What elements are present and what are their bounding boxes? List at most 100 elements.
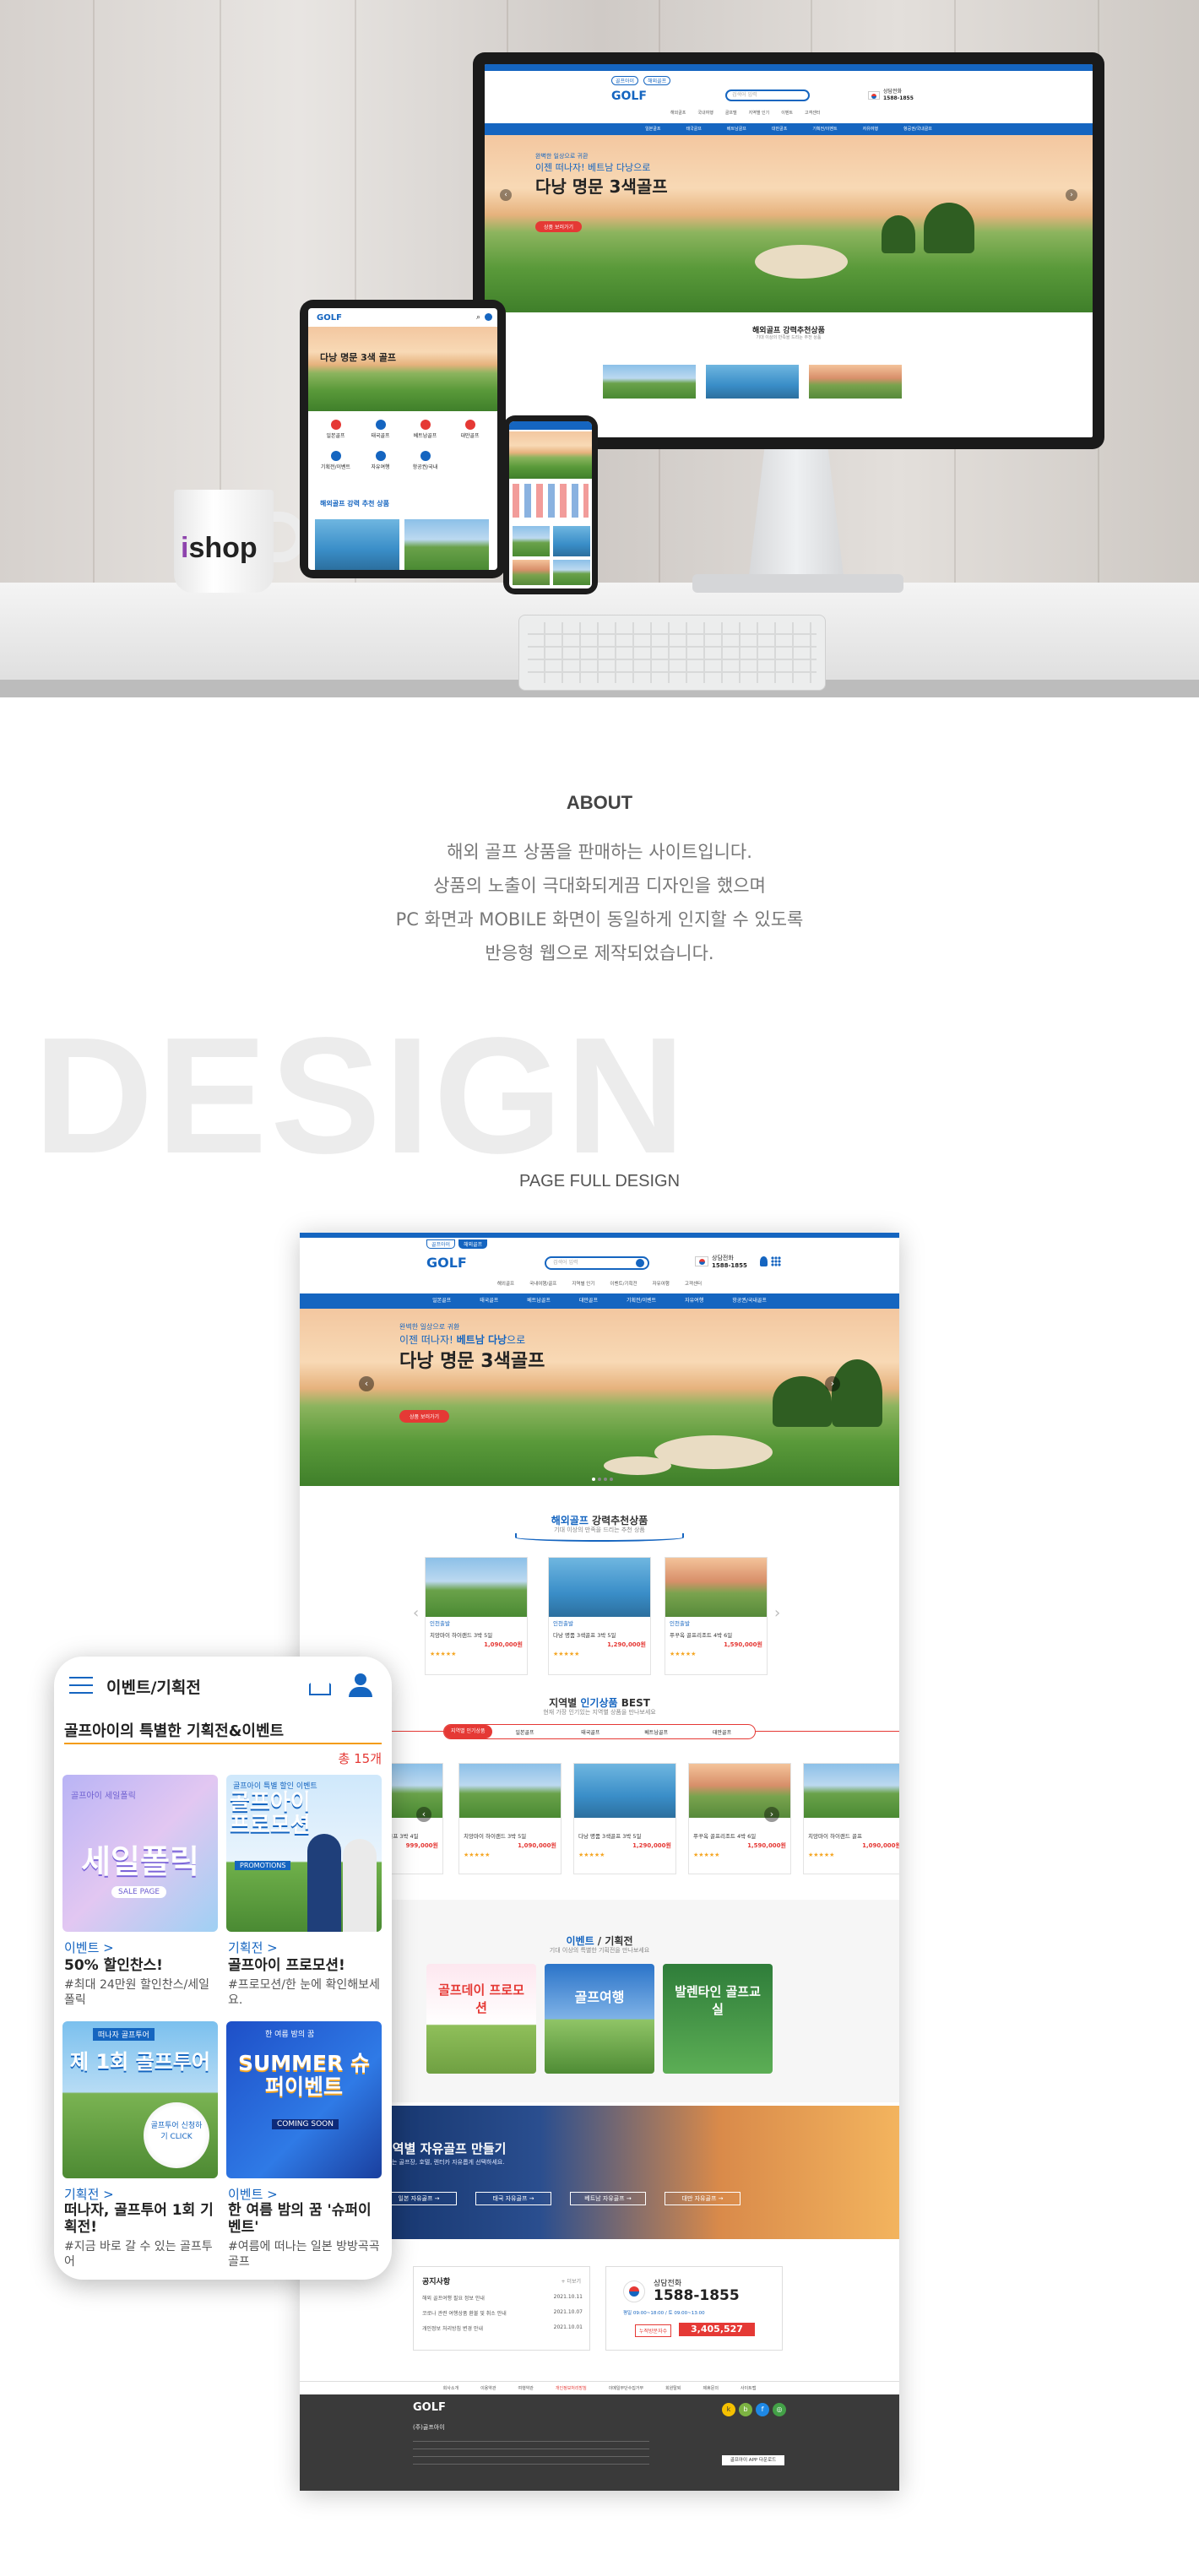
fp-submenu[interactable]: 자유여행	[653, 1280, 670, 1287]
product-card[interactable]: 인천출발 치앙마이 하이랜드 3박 5일 1,090,000원 ★★★★★	[425, 1557, 528, 1675]
event-banner[interactable]: 골프데이 프로모션	[426, 1964, 536, 2074]
chevron-left-icon[interactable]: ‹	[413, 1604, 419, 1622]
notice-row[interactable]: 해외 골프여행 필요 정보 안내 2021.10.11	[422, 2294, 583, 2302]
event-card-title[interactable]: 골프아이 프로모션!	[228, 1957, 383, 1974]
event-card-image[interactable]: 골프아이 세일폴릭 세일폴릭 SALE PAGE	[62, 1775, 218, 1932]
fp-nav-item[interactable]: 태국골프	[480, 1293, 498, 1309]
mon-thumb[interactable]	[809, 365, 902, 399]
best-tab[interactable]: 일본골프	[492, 1728, 558, 1736]
chevron-right-icon[interactable]: ›	[764, 1807, 779, 1822]
mon-thumb[interactable]	[706, 365, 799, 399]
mon-submenu[interactable]: 해외골프	[670, 110, 686, 116]
fp-nav-item[interactable]: 일본골프	[432, 1293, 451, 1309]
tab-menu-item[interactable]: 베트남골프	[403, 420, 448, 439]
fp-banner-button[interactable]: 상품 보러가기	[399, 1410, 450, 1423]
mon-toplink[interactable]: 골프아이	[611, 76, 639, 85]
notice-more[interactable]: + 더보기	[562, 2277, 582, 2285]
product-card[interactable]: 인천출발 다낭 명품 3색골프 3박 5일 1,290,000원 ★★★★★	[548, 1557, 651, 1675]
mon-nav-item[interactable]: 일본골프	[645, 123, 660, 135]
footer-link[interactable]: 사이트맵	[741, 2382, 756, 2394]
mon-nav-item[interactable]: 대만골프	[772, 123, 787, 135]
event-card-image[interactable]: 떠나자 골프투어 제 1회 골프투어 골프투어 신청하기 CLICK	[62, 2021, 218, 2178]
mon-banner-button[interactable]: 상품 보러가기	[535, 221, 583, 232]
search-icon[interactable]	[636, 1259, 644, 1267]
mon-submenu[interactable]: 지역별 인기	[749, 110, 770, 116]
tab-logo[interactable]: GOLF	[317, 313, 342, 323]
best-tab[interactable]: 태국골프	[557, 1728, 623, 1736]
event-card-tag[interactable]: 이벤트 >	[228, 2185, 278, 2203]
chevron-left-icon[interactable]: ‹	[359, 1376, 374, 1391]
chevron-left-icon[interactable]: ‹	[500, 189, 512, 201]
search-icon[interactable]: ⌕	[476, 313, 480, 322]
notice-row[interactable]: 개인정보 처리방침 변경 안내 2021.10.01	[422, 2324, 583, 2332]
footer-link[interactable]: 이용약관	[480, 2382, 496, 2394]
event-card-image[interactable]: 한 여름 밤의 꿈 SUMMER 슈퍼이벤트 COMING SOON	[226, 2021, 382, 2178]
event-card-title[interactable]: 떠나자, 골프투어 1회 기획전!	[64, 2202, 220, 2237]
fp-submenu[interactable]: 지역별 인기	[572, 1280, 594, 1287]
best-card[interactable]: 치앙마이 하이랜드 골프 1,090,000원 ★★★★★	[803, 1763, 899, 1874]
chevron-right-icon[interactable]: ›	[825, 1376, 840, 1391]
footer-logo[interactable]: GOLF	[413, 2401, 446, 2414]
fp-submenu[interactable]: 해외골프	[497, 1280, 514, 1287]
fp-submenu[interactable]: 이벤트/기획전	[610, 1280, 637, 1287]
event-banner[interactable]: 발렌타인 골프교실	[663, 1964, 773, 2074]
tab-menu-item[interactable]: 항공권/국내	[403, 451, 448, 470]
tab-thumb[interactable]	[404, 519, 489, 570]
free-golf-button[interactable]: 베트남 자유골프 →	[570, 2192, 646, 2205]
free-golf-button[interactable]: 일본 자유골프 →	[381, 2192, 457, 2205]
mon-logo[interactable]: GOLF	[611, 89, 647, 103]
blog-icon[interactable]: b	[739, 2403, 752, 2416]
mon-nav-item[interactable]: 베트남골프	[727, 123, 746, 135]
mon-search[interactable]: 검색어 입력	[725, 89, 810, 101]
event-card-tag[interactable]: 기획전 >	[64, 2185, 114, 2203]
mon-toplink[interactable]: 해외골프	[643, 76, 671, 85]
mon-submenu[interactable]: 국내여행	[697, 110, 713, 116]
footer-link[interactable]: 제휴문의	[703, 2382, 719, 2394]
mon-nav-item[interactable]: 태국골프	[686, 123, 701, 135]
user-icon[interactable]	[760, 1256, 768, 1266]
notice-row[interactable]: 코로나 관련 여행상품 환불 및 취소 안내 2021.10.07	[422, 2309, 583, 2317]
hamburger-menu-icon[interactable]	[69, 1677, 93, 1694]
event-card-image[interactable]: 골프아이 특별 할인 이벤트 골프아이 프로모션 PROMOTIONS	[226, 1775, 382, 1932]
footer-link[interactable]: 이메일무단수집거부	[609, 2382, 643, 2394]
event-card-title[interactable]: 50% 할인찬스!	[64, 1957, 216, 1974]
fp-submenu[interactable]: 국내여행/골프	[529, 1280, 556, 1287]
user-icon[interactable]	[485, 313, 492, 321]
chevron-right-icon[interactable]: ›	[1066, 189, 1077, 201]
fp-nav-item[interactable]: 항공권/국내골프	[732, 1293, 767, 1309]
tab-menu-item[interactable]: 일본골프	[313, 420, 358, 439]
mon-nav-item[interactable]: 항공권/국내골프	[903, 123, 932, 135]
footer-link[interactable]: 회원탈퇴	[665, 2382, 681, 2394]
best-card[interactable]: 치앙마이 하이랜드 3박 5일 1,090,000원 ★★★★★	[458, 1763, 562, 1874]
home-icon[interactable]	[309, 1675, 331, 1695]
fp-nav-item[interactable]: 대만골프	[579, 1293, 598, 1309]
mon-submenu[interactable]: 이벤트	[781, 110, 793, 116]
mon-submenu[interactable]: 고객센터	[805, 110, 820, 116]
fp-search[interactable]: 검색어 입력	[545, 1256, 649, 1270]
fp-nav-item[interactable]: 자유여행	[685, 1293, 703, 1309]
grid-menu-icon[interactable]	[771, 1256, 781, 1266]
user-icon[interactable]	[348, 1673, 373, 1697]
mon-nav-item[interactable]: 자유여행	[863, 123, 878, 135]
mon-thumb[interactable]	[603, 365, 696, 399]
tab-thumb[interactable]	[315, 519, 399, 570]
chevron-left-icon[interactable]: ‹	[416, 1807, 431, 1822]
event-banner[interactable]: 골프여행	[545, 1964, 654, 2074]
fp-submenu[interactable]: 고객센터	[685, 1280, 702, 1287]
event-card-tag[interactable]: 기획전 >	[228, 1939, 278, 1956]
tab-menu-item[interactable]: 기획전/이벤트	[313, 451, 358, 470]
best-tab[interactable]: 대만골프	[689, 1728, 755, 1736]
event-card-tag[interactable]: 이벤트 >	[64, 1939, 114, 1956]
instagram-icon[interactable]: ◎	[773, 2403, 786, 2416]
best-card[interactable]: 다낭 명품 3색골프 3박 5일 1,290,000원 ★★★★★	[573, 1763, 676, 1874]
mon-nav-item[interactable]: 기획전/이벤트	[812, 123, 837, 135]
footer-link[interactable]: 개인정보처리방침	[556, 2382, 587, 2394]
fp-logo[interactable]: GOLF	[426, 1255, 467, 1271]
chevron-right-icon[interactable]: ›	[774, 1604, 780, 1622]
slider-dots[interactable]	[592, 1478, 613, 1481]
tab-menu-item[interactable]: 태국골프	[358, 420, 403, 439]
best-tab[interactable]: 베트남골프	[623, 1728, 689, 1736]
free-golf-button[interactable]: 태국 자유골프 →	[475, 2192, 551, 2205]
tab-menu-item[interactable]: 대만골프	[448, 420, 492, 439]
free-golf-button[interactable]: 대만 자유골프 →	[665, 2192, 741, 2205]
